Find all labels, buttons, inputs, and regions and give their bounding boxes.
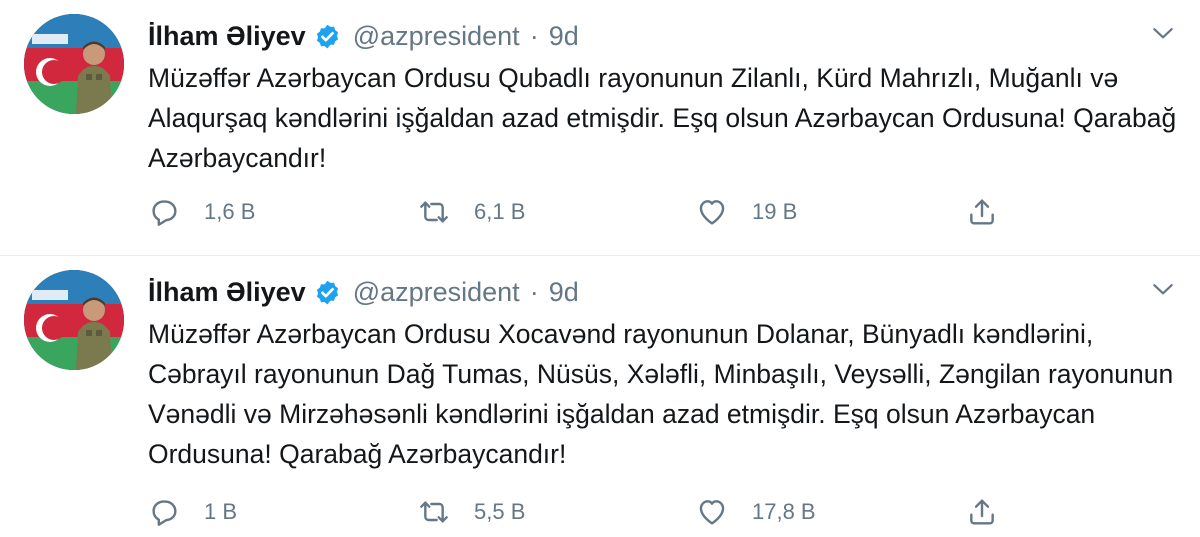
tweet-header: İlham Əliyev @azpresident · 9d bbox=[148, 18, 579, 54]
retweet-count: 6,1 B bbox=[474, 199, 526, 224]
tweet-actions: 1 B 5,5 B 17,8 B bbox=[148, 492, 1188, 532]
avatar[interactable] bbox=[24, 270, 124, 370]
tweet-timestamp[interactable]: 9d bbox=[549, 277, 579, 308]
tweet-feed: İlham Əliyev @azpresident · 9d Müzəffər … bbox=[0, 0, 1200, 537]
author-handle[interactable]: @azpresident bbox=[353, 21, 520, 52]
reply-button[interactable]: 1,6 B bbox=[148, 192, 255, 232]
share-button[interactable] bbox=[966, 492, 998, 532]
author-handle[interactable]: @azpresident bbox=[353, 277, 520, 308]
reply-icon bbox=[148, 496, 180, 528]
share-button[interactable] bbox=[966, 192, 998, 232]
retweet-icon bbox=[418, 196, 450, 228]
like-count: 19 B bbox=[752, 199, 798, 224]
tweet-header: İlham Əliyev @azpresident · 9d bbox=[148, 274, 579, 310]
tweet-text: Müzəffər Azərbaycan Ordusu Xocavənd rayo… bbox=[148, 319, 1174, 469]
verified-badge-icon bbox=[314, 279, 341, 306]
verified-badge-icon bbox=[314, 23, 341, 50]
tweet-text: Müzəffər Azərbaycan Ordusu Qubadlı rayon… bbox=[148, 63, 1177, 173]
author-name[interactable]: İlham Əliyev bbox=[148, 277, 306, 308]
author-name[interactable]: İlham Əliyev bbox=[148, 21, 306, 52]
reply-icon bbox=[148, 196, 180, 228]
separator-dot: · bbox=[529, 276, 539, 307]
separator-dot: · bbox=[529, 20, 539, 51]
chevron-down-icon[interactable] bbox=[1150, 20, 1176, 46]
retweet-button[interactable]: 6,1 B bbox=[418, 192, 525, 232]
tweet[interactable]: İlham Əliyev @azpresident · 9d Müzəffər … bbox=[0, 0, 1200, 255]
tweet-timestamp[interactable]: 9d bbox=[549, 21, 579, 52]
avatar[interactable] bbox=[24, 14, 124, 114]
reply-button[interactable]: 1 B bbox=[148, 492, 237, 532]
like-button[interactable]: 17,8 B bbox=[696, 492, 816, 532]
like-button[interactable]: 19 B bbox=[696, 192, 797, 232]
reply-count: 1,6 B bbox=[204, 199, 256, 224]
reply-count: 1 B bbox=[204, 499, 238, 524]
like-count: 17,8 B bbox=[752, 499, 816, 524]
share-icon bbox=[966, 496, 998, 528]
tweet-actions: 1,6 B 6,1 B 19 B bbox=[148, 192, 1188, 232]
retweet-icon bbox=[418, 496, 450, 528]
retweet-count: 5,5 B bbox=[474, 499, 526, 524]
heart-icon bbox=[696, 496, 728, 528]
chevron-down-icon[interactable] bbox=[1150, 276, 1176, 302]
heart-icon bbox=[696, 196, 728, 228]
share-icon bbox=[966, 196, 998, 228]
retweet-button[interactable]: 5,5 B bbox=[418, 492, 525, 532]
tweet[interactable]: İlham Əliyev @azpresident · 9d Müzəffər … bbox=[0, 256, 1200, 537]
